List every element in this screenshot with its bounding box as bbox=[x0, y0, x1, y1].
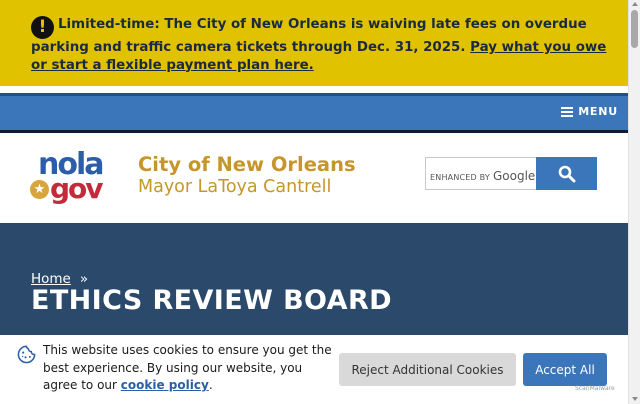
exclamation-icon: ! bbox=[31, 16, 54, 39]
page-hero: Home» ETHICS REVIEW BOARD bbox=[0, 223, 628, 335]
logo-gov-word: gov bbox=[50, 172, 104, 205]
cookie-message: This website uses cookies to ensure you … bbox=[43, 342, 333, 395]
banner-spacer bbox=[0, 86, 628, 93]
search-input[interactable]: ENHANCED BY Google bbox=[425, 157, 536, 190]
menu-label: MENU bbox=[578, 105, 618, 118]
star-icon: ★ bbox=[30, 180, 49, 199]
cookie-policy-link[interactable]: cookie policy bbox=[121, 378, 209, 392]
scrollbar-thumb[interactable] bbox=[631, 10, 638, 48]
site-header: nola gov ★ City of New Orleans Mayor LaT… bbox=[0, 133, 628, 223]
city-name: City of New Orleans bbox=[138, 153, 356, 176]
cookie-banner: This website uses cookies to ensure you … bbox=[0, 335, 628, 404]
enhanced-by-label: ENHANCED BY bbox=[430, 173, 490, 182]
scroll-up-arrow-icon[interactable] bbox=[632, 2, 638, 6]
page-title: ETHICS REVIEW BOARD bbox=[31, 285, 392, 316]
vertical-scrollbar[interactable] bbox=[628, 0, 640, 404]
alert-text: ! Limited-time: The City of New Orleans i… bbox=[31, 16, 612, 74]
nola-gov-logo[interactable]: nola gov ★ bbox=[30, 150, 116, 205]
accept-cookies-button[interactable]: Accept All bbox=[523, 353, 607, 386]
google-label: Google bbox=[493, 169, 536, 183]
scroll-down-arrow-icon[interactable] bbox=[632, 397, 638, 401]
page: ! Limited-time: The City of New Orleans i… bbox=[0, 0, 640, 404]
hamburger-icon bbox=[561, 106, 574, 117]
reject-cookies-button[interactable]: Reject Additional Cookies bbox=[339, 353, 516, 386]
menu-bar: MENU bbox=[0, 93, 628, 133]
cookie-message-end: . bbox=[208, 378, 213, 392]
alert-banner: ! Limited-time: The City of New Orleans i… bbox=[0, 0, 628, 86]
search-icon bbox=[558, 165, 575, 182]
scanmalware-watermark: ScanMalware bbox=[575, 385, 615, 392]
menu-button[interactable]: MENU bbox=[561, 105, 618, 118]
cookie-icon bbox=[17, 345, 36, 364]
search-button[interactable] bbox=[536, 157, 597, 190]
mayor-name: Mayor LaToya Cantrell bbox=[138, 177, 332, 197]
